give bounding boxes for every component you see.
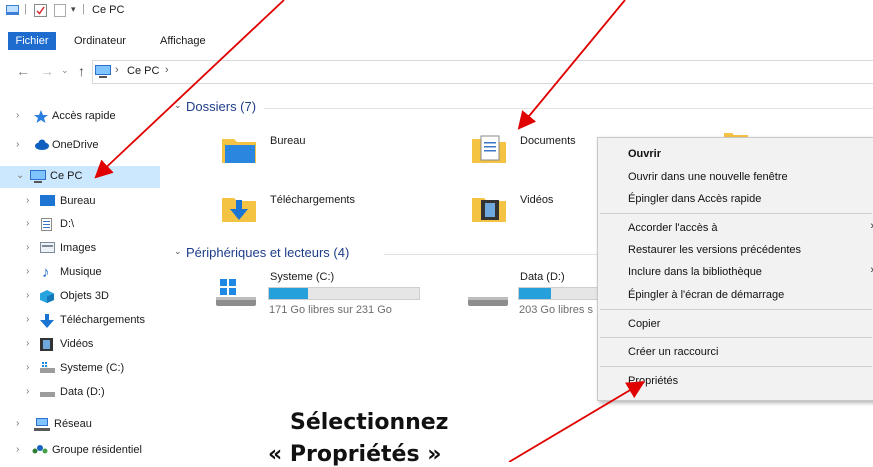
arrow-to-ce-pc bbox=[94, 0, 285, 179]
annotation-arrows bbox=[94, 0, 646, 462]
arrow-to-documents bbox=[517, 0, 626, 130]
arrow-to-proprietes bbox=[508, 381, 646, 462]
